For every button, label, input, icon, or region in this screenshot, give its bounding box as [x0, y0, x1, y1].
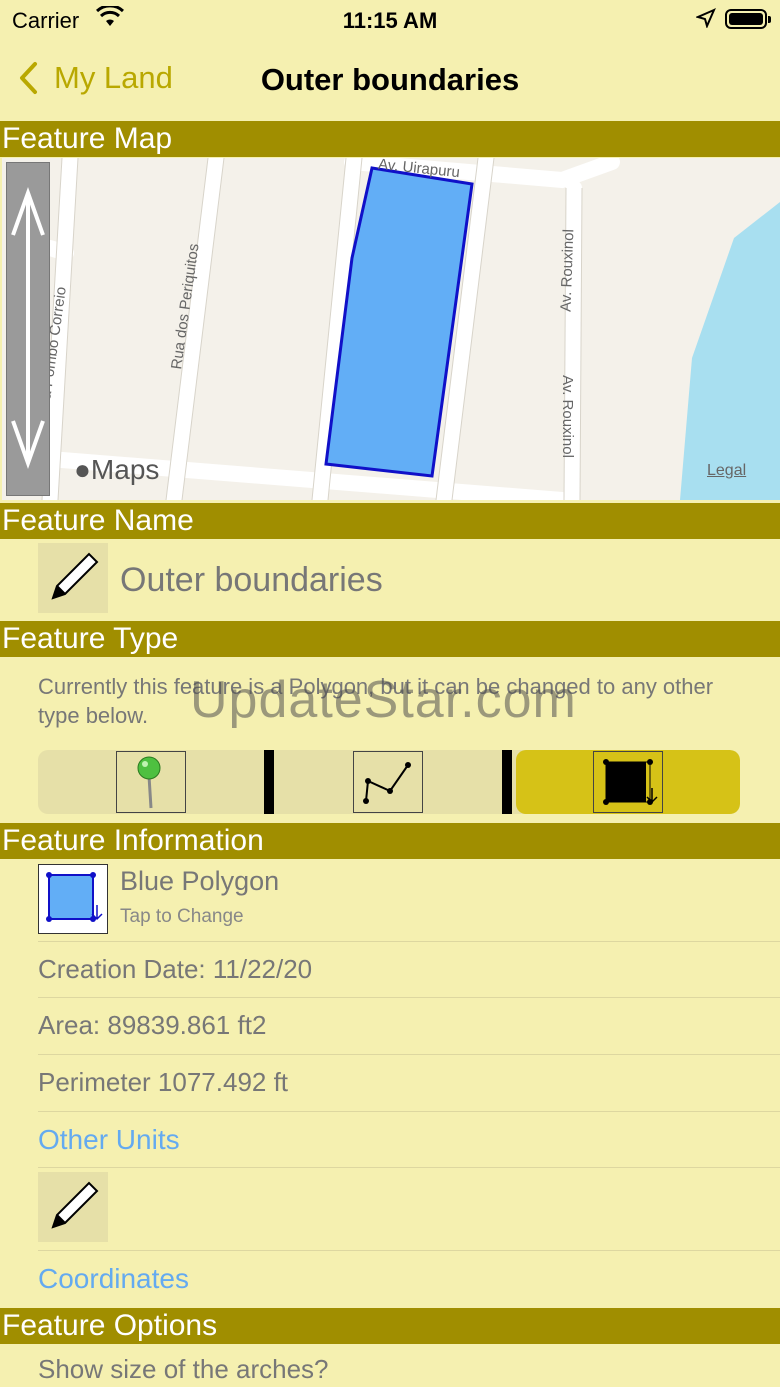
- edit-name-button[interactable]: [38, 543, 108, 613]
- perimeter-row: Perimeter 1077.492 ft: [38, 1055, 780, 1112]
- perimeter-text: Perimeter 1077.492 ft: [38, 1067, 289, 1097]
- status-bar: Carrier 11:15 AM: [0, 0, 780, 40]
- pencil-icon: [51, 552, 99, 600]
- battery-icon: [725, 9, 771, 29]
- polygon-style-title: Blue Polygon: [120, 866, 280, 896]
- coordinates-link[interactable]: Coordinates: [38, 1263, 189, 1295]
- map-resize-handle[interactable]: [6, 162, 50, 496]
- creation-date-row: Creation Date: 11/22/20: [38, 942, 780, 998]
- area-row: Area: 89839.861 ft2: [38, 998, 780, 1055]
- page-title: Outer boundaries: [260, 62, 520, 97]
- navigation-bar: My Land Outer boundaries: [0, 40, 780, 120]
- up-down-arrow-icon: [11, 187, 45, 469]
- segment-divider: [502, 750, 512, 814]
- feature-map[interactable]: Av. Uirapuru Rua dos Periquitos Rua Pomb…: [2, 158, 780, 500]
- street-label: Av. Rouxinol: [557, 228, 578, 313]
- type-option-pin[interactable]: [38, 750, 264, 814]
- area-text: Area: 89839.861 ft2: [38, 1010, 267, 1040]
- apple-icon: ●: [74, 454, 91, 485]
- location-arrow-icon: [696, 8, 716, 28]
- polygon-style-subtitle: Tap to Change: [120, 906, 244, 927]
- feature-name-row: Outer boundaries: [0, 539, 780, 621]
- maps-logo: ●Maps: [74, 454, 160, 485]
- polygon-style-row[interactable]: Blue Polygon Tap to Change: [38, 860, 780, 942]
- pin-icon: [116, 751, 186, 813]
- section-header-feature-type: Feature Type: [0, 621, 780, 657]
- map-canvas: [2, 158, 780, 500]
- edit-coordinates-row: [38, 1168, 780, 1251]
- show-arches-label: Show size of the arches?: [38, 1354, 329, 1384]
- other-units-link[interactable]: Other Units: [38, 1124, 180, 1156]
- feature-type-selector[interactable]: [38, 750, 740, 814]
- type-option-polyline[interactable]: [274, 750, 502, 814]
- section-header-feature-map: Feature Map: [0, 121, 780, 157]
- section-header-feature-information: Feature Information: [0, 823, 780, 859]
- polygon-icon: [593, 751, 663, 813]
- edit-coordinates-button[interactable]: [38, 1172, 108, 1242]
- polygon-style-icon: [38, 864, 108, 934]
- creation-date-text: Creation Date: 11/22/20: [38, 954, 313, 984]
- section-header-feature-options: Feature Options: [0, 1308, 780, 1344]
- pencil-icon: [51, 1181, 99, 1229]
- street-label: Av. Rouxinol: [558, 375, 576, 458]
- legal-link[interactable]: Legal: [707, 462, 746, 480]
- coordinates-row[interactable]: Coordinates: [38, 1251, 780, 1307]
- feature-name-value: Outer boundaries: [120, 561, 383, 599]
- polyline-icon: [353, 751, 423, 813]
- segment-divider: [264, 750, 274, 814]
- show-arches-row[interactable]: Show size of the arches?: [38, 1344, 780, 1387]
- clock: 11:15 AM: [342, 8, 438, 33]
- section-header-feature-name: Feature Name: [0, 503, 780, 539]
- type-option-polygon[interactable]: [516, 750, 740, 814]
- other-units-row[interactable]: Other Units: [38, 1112, 780, 1168]
- feature-type-description: Currently this feature is a Polygon, but…: [38, 674, 714, 728]
